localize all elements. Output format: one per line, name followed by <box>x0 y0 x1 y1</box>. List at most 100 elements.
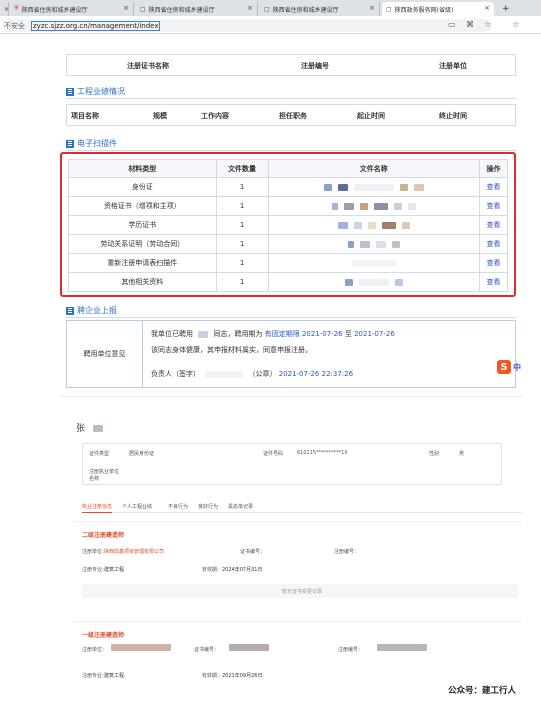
recruit-opinion-box: 聘用单位意见 我单位已聘用 同志，聘用期为 有固定期限 2021-07-26 至… <box>66 320 516 388</box>
close-icon[interactable]: × <box>247 4 253 12</box>
collections-icon[interactable]: ☆ <box>512 20 519 29</box>
file-count: 1 <box>215 234 269 254</box>
id-no-value: 610115**********1X <box>297 450 348 456</box>
table-row: 身份证 1 查看 <box>68 177 508 197</box>
view-link[interactable]: 查看 <box>487 183 501 191</box>
page-icon: ▢ <box>386 5 392 13</box>
person-info-box: 证件类型 居民身份证 证件号码 610115**********1X 性别 男 … <box>82 443 502 485</box>
favorite-icon[interactable]: ☆ <box>484 20 491 29</box>
empty-note: 暂无证书变更记录 <box>282 589 323 595</box>
shield-icon: ⛨ <box>14 5 19 12</box>
browser-tab-bar: × ⛨ 陕西省住房和城乡建设厅 × ▢ 陕西省住房和城乡建设厅 × ▢ 陕西省住… <box>0 0 541 16</box>
col-work: 工作内容 <box>201 112 229 120</box>
view-link[interactable]: 查看 <box>487 221 501 229</box>
company-label: 注册执业单位名称 <box>89 469 120 482</box>
file-name-redacted <box>267 215 481 235</box>
col-start: 起止时间 <box>357 112 385 120</box>
scan-table: 材料类型 文件数量 文件名称 操作 身份证 1 查看 资格证书（增项和主项） 1… <box>68 159 508 292</box>
cert-valid-date: 2021年09月26日 <box>222 673 263 679</box>
col-file-count: 文件数量 <box>215 159 269 178</box>
tab-performance[interactable]: 个人工程业绩 <box>122 503 152 510</box>
gender-label: 性别 <box>429 451 440 457</box>
change-record-bar: 暂无证书变更记录 <box>82 584 518 598</box>
close-icon[interactable]: × <box>369 4 375 12</box>
ime-mode-label[interactable]: 中 <box>513 362 521 373</box>
page-icon: ▢ <box>264 5 270 13</box>
table-header-row: 材料类型 文件数量 文件名称 操作 <box>68 159 508 178</box>
file-name-redacted <box>267 272 481 292</box>
col-project-name: 项目名称 <box>71 112 99 120</box>
browser-tab[interactable]: ⛨ 陕西省住房和城乡建设厅 × <box>10 2 134 16</box>
translate-icon[interactable]: ⌘ <box>466 20 474 29</box>
management-page: 注册证书名称 注册编号 注册单位 工程业绩情况 项目名称 规模 工作内容 担任职… <box>60 34 523 392</box>
performance-table-header: 项目名称 规模 工作内容 担任职务 起止时间 终止时间 <box>66 104 516 126</box>
material-type: 资格证书（增项和主项） <box>68 196 217 216</box>
cert-card-level2: 二级注册建造师 注册单位： 陕西鼎鑫项目管理有限公司 证书编号： 注册编号： 注… <box>74 521 522 611</box>
file-name-redacted <box>267 196 481 216</box>
file-count: 1 <box>215 196 269 216</box>
recruit-line-2: 该同志身体健康，其申报材料属实，同意申报注册。 <box>151 346 312 354</box>
tab-bad-behavior[interactable]: 不良行为 <box>168 503 188 510</box>
col-end: 终止时间 <box>439 112 467 120</box>
file-count: 1 <box>215 272 269 292</box>
view-link[interactable]: 查看 <box>487 202 501 210</box>
col-cert-name: 注册证书名称 <box>127 62 169 70</box>
material-type: 学历证书 <box>68 215 217 235</box>
cert-title: 一级注册建造师 <box>82 632 125 639</box>
file-name-redacted <box>267 253 481 273</box>
col-reg-no: 注册编号 <box>301 62 329 70</box>
col-action: 操作 <box>479 159 508 178</box>
gender-value: 男 <box>459 451 465 457</box>
tab-good-behavior[interactable]: 良好行为 <box>198 503 218 510</box>
person-name-char: 张 <box>76 424 86 434</box>
list-icon <box>66 306 74 315</box>
col-position: 担任职务 <box>279 112 307 120</box>
url-box[interactable]: 不安全 zyzc.sjzz.org.cn/management/index <box>2 19 492 32</box>
recruit-opinion-label: 聘用单位意见 <box>67 321 143 387</box>
divider <box>66 98 516 99</box>
tab-close-icon[interactable]: × <box>0 2 9 16</box>
col-material-type: 材料类型 <box>68 159 217 178</box>
profile-tabs: 执业注册信息 个人工程业绩 不良行为 良好行为 黑名单记录 <box>82 501 522 513</box>
list-icon <box>66 139 74 148</box>
sogou-ime-icon[interactable]: S <box>497 360 511 374</box>
view-link[interactable]: 查看 <box>487 259 501 267</box>
file-count: 1 <box>215 215 269 235</box>
cert-major: 建筑工程 <box>104 567 125 573</box>
view-link[interactable]: 查看 <box>487 240 501 248</box>
table-row: 重新注册申请表扫描件 1 查看 <box>68 253 508 273</box>
reg-cert-table-header: 注册证书名称 注册编号 注册单位 <box>66 54 516 76</box>
browser-tab-active[interactable]: ▢ 陕西政务服务网(省级) × <box>382 2 494 16</box>
section-title-performance: 工程业绩情况 <box>66 86 125 97</box>
cert-major: 建筑工程 <box>104 673 125 679</box>
material-type: 其他相关资料 <box>68 272 217 292</box>
file-count: 1 <box>215 253 269 273</box>
view-link[interactable]: 查看 <box>487 278 501 286</box>
material-type: 劳动关系证明（劳动合同） <box>68 234 217 254</box>
browser-tab[interactable]: ▢ 陕西省住房和城乡建设厅 × <box>260 2 380 16</box>
col-scale: 规模 <box>153 112 167 120</box>
file-name-redacted <box>267 234 481 254</box>
browser-tab[interactable]: ▢ 陕西省住房和城乡建设厅 × <box>136 2 258 16</box>
section-title-scans: 电子扫描件 <box>66 138 117 149</box>
tab-practice-info[interactable]: 执业注册信息 <box>82 503 113 513</box>
close-icon[interactable]: × <box>484 4 490 12</box>
section-title-recruit: 聘企业上报 <box>66 305 117 316</box>
new-tab-button[interactable]: + <box>498 2 512 16</box>
cert-valid-date: 2024年07月31日 <box>222 567 263 573</box>
cert-title: 二级注册建造师 <box>82 532 125 539</box>
scan-highlight-box: 材料类型 文件数量 文件名称 操作 身份证 1 查看 资格证书（增项和主项） 1… <box>60 152 516 297</box>
cert-unit[interactable]: 陕西鼎鑫项目管理有限公司 <box>104 548 164 555</box>
profile-page: 张 证件类型 居民身份证 证件号码 610115**********1X 性别 … <box>60 396 523 701</box>
table-row: 其他相关资料 1 查看 <box>68 272 508 292</box>
divider <box>66 317 516 318</box>
reader-icon[interactable]: ▭ <box>448 20 456 29</box>
page-icon: ▢ <box>140 5 146 13</box>
close-icon[interactable]: × <box>123 4 129 12</box>
recruit-line-1: 我单位已聘用 同志，聘用期为 有固定期限 2021-07-26 至 2021-0… <box>151 330 395 338</box>
tab-blacklist[interactable]: 黑名单记录 <box>228 503 253 510</box>
table-row: 资格证书（增项和主项） 1 查看 <box>68 196 508 216</box>
table-row: 劳动关系证明（劳动合同） 1 查看 <box>68 234 508 254</box>
url-text[interactable]: zyzc.sjzz.org.cn/management/index <box>31 20 161 31</box>
file-name-redacted <box>267 177 481 197</box>
